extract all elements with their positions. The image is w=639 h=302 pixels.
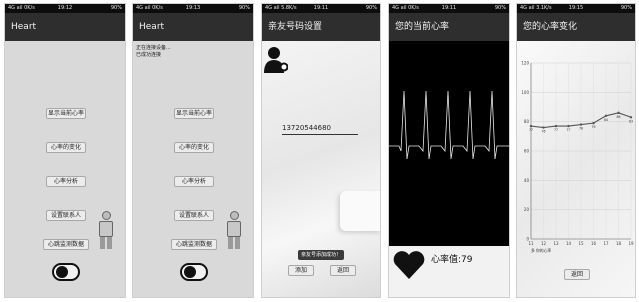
data-point: [542, 126, 545, 129]
x-tick-label: 13: [553, 241, 559, 246]
data-label: 77: [529, 128, 533, 132]
heart-rate-value: 心率值:79: [431, 255, 473, 265]
heart-rate-change-button[interactable]: 心率的变化: [46, 142, 86, 153]
add-button[interactable]: 添加: [288, 265, 314, 276]
app-title-bar: Heart: [5, 13, 125, 41]
data-label: 77: [554, 128, 558, 132]
x-tick-label: 19: [628, 241, 634, 246]
screen-contact-settings: 4G ail 5.8K/s 19:11 90% 亲友号码设置 137205446…: [261, 3, 381, 298]
x-tick-label: 18: [616, 241, 622, 246]
data-label: 79: [591, 125, 595, 129]
x-tick-label: 15: [578, 241, 584, 246]
notice-line-2: 已成功连接: [136, 52, 162, 58]
screen-body: 正在连接设备... 已成功连接 显示当前心率 心率的变化 心率分析 设置联系人 …: [133, 41, 253, 297]
robot-icon: [225, 211, 243, 251]
data-label: 78: [579, 127, 583, 131]
x-tick-label: 14: [566, 241, 572, 246]
data-label: 86: [616, 115, 620, 119]
screen-body: 120 100 80 60 40 20 0 11 12 13 14 15 16 17 18 19 77 76 77 7…: [517, 41, 635, 297]
y-tick-label: 20: [524, 207, 530, 212]
connection-notice: 正在连接设备... 已成功连接: [136, 45, 171, 59]
connect-toggle[interactable]: [52, 263, 80, 281]
show-heart-rate-button[interactable]: 显示当前心率: [174, 108, 214, 119]
app-title-bar: Heart: [133, 13, 253, 41]
person-gear-icon: [264, 47, 288, 73]
data-point: [592, 121, 595, 125]
toast-message: 亲友号添加成功！: [298, 250, 344, 260]
app-title: Heart: [139, 22, 165, 32]
page-title: 亲友号码设置: [268, 22, 323, 32]
bed-image: [340, 191, 380, 231]
chart-legend: 多 你的心率: [531, 248, 551, 253]
notice-line-1: 正在连接设备...: [136, 45, 171, 51]
x-tick-label: 11: [528, 241, 534, 246]
status-bar: 4G ail 3.1K/s 19:15 90%: [517, 4, 635, 13]
data-point: [579, 123, 583, 126]
screen-connected: 4G ail 0K/s 19:13 90% Heart 正在连接设备... 已成…: [132, 3, 254, 298]
data-point: [529, 124, 533, 128]
heart-rate-change-button[interactable]: 心率的变化: [174, 142, 214, 153]
x-tick-label: 12: [541, 241, 547, 246]
data-label: 84: [604, 118, 608, 122]
status-bar: 4G ail 5.8K/s 19:11 90%: [262, 4, 380, 13]
connect-toggle[interactable]: [180, 263, 208, 281]
phone-number-input[interactable]: 13720544680: [282, 122, 358, 135]
y-tick-label: 100: [521, 90, 529, 95]
data-point: [629, 116, 633, 119]
data-point: [617, 111, 620, 115]
data-label: 83: [629, 119, 633, 123]
data-point: [554, 124, 558, 128]
page-title: 您的心率变化: [523, 22, 578, 32]
screen-current-heart-rate: 4G ail 0K/s 19:11 90% 您的当前心率 心率值:79: [388, 3, 510, 298]
set-contact-button[interactable]: 设置联系人: [46, 210, 86, 221]
phone-number-value: 13720544680: [282, 124, 331, 132]
heartbeat-data-button[interactable]: 心跳监测数据: [171, 239, 217, 250]
status-bar: 4G ail 0K/s 19:12 90%: [5, 4, 125, 13]
heart-rate-analysis-button[interactable]: 心率分析: [46, 176, 86, 187]
x-tick-label: 17: [603, 241, 609, 246]
heart-rate-row: 心率值:79: [389, 246, 509, 297]
robot-icon: [97, 211, 115, 251]
app-title-bar: 您的心率变化: [517, 13, 635, 41]
app-title-bar: 您的当前心率: [389, 13, 509, 41]
y-tick-label: 60: [524, 149, 530, 154]
app-title-bar: 亲友号码设置: [262, 13, 380, 41]
screen-body: 显示当前心率 心率的变化 心率分析 设置联系人 心跳监测数据: [5, 41, 125, 297]
heart-icon: [393, 251, 425, 279]
y-tick-label: 120: [521, 61, 529, 66]
status-bar: 4G ail 0K/s 19:13 90%: [133, 4, 253, 13]
screen-body: 13720544680 亲友号添加成功！ 添加 返回: [262, 41, 380, 297]
heart-rate-analysis-button[interactable]: 心率分析: [174, 176, 214, 187]
back-button[interactable]: 返回: [564, 269, 590, 280]
y-tick-label: 80: [524, 119, 530, 124]
x-tick-label: 16: [591, 241, 597, 246]
data-label: 77: [566, 128, 570, 132]
data-point: [567, 124, 570, 128]
heart-rate-chart: 12010080604020011 12 13 14 15 16 17 18 1977 76 77 7…: [521, 61, 634, 254]
screen-heart-rate-change: 4G ail 3.1K/s 19:15 90% 您的心率变化 120 100 80 6…: [516, 3, 636, 298]
page-title: 您的当前心率: [395, 22, 450, 32]
data-point: [604, 114, 608, 118]
set-contact-button[interactable]: 设置联系人: [174, 210, 214, 221]
ecg-waveform: [389, 90, 509, 160]
screen-main-menu: 4G ail 0K/s 19:12 90% Heart 显示当前心率 心率的变化…: [4, 3, 126, 298]
y-tick-label: 40: [524, 178, 530, 183]
ecg-panel: [389, 41, 509, 246]
show-heart-rate-button[interactable]: 显示当前心率: [46, 108, 86, 119]
heartbeat-data-button[interactable]: 心跳监测数据: [43, 239, 89, 250]
back-button[interactable]: 返回: [330, 265, 356, 276]
status-bar: 4G ail 0K/s 19:11 90%: [389, 4, 509, 13]
data-label: 76: [541, 130, 545, 134]
app-title: Heart: [11, 22, 37, 32]
